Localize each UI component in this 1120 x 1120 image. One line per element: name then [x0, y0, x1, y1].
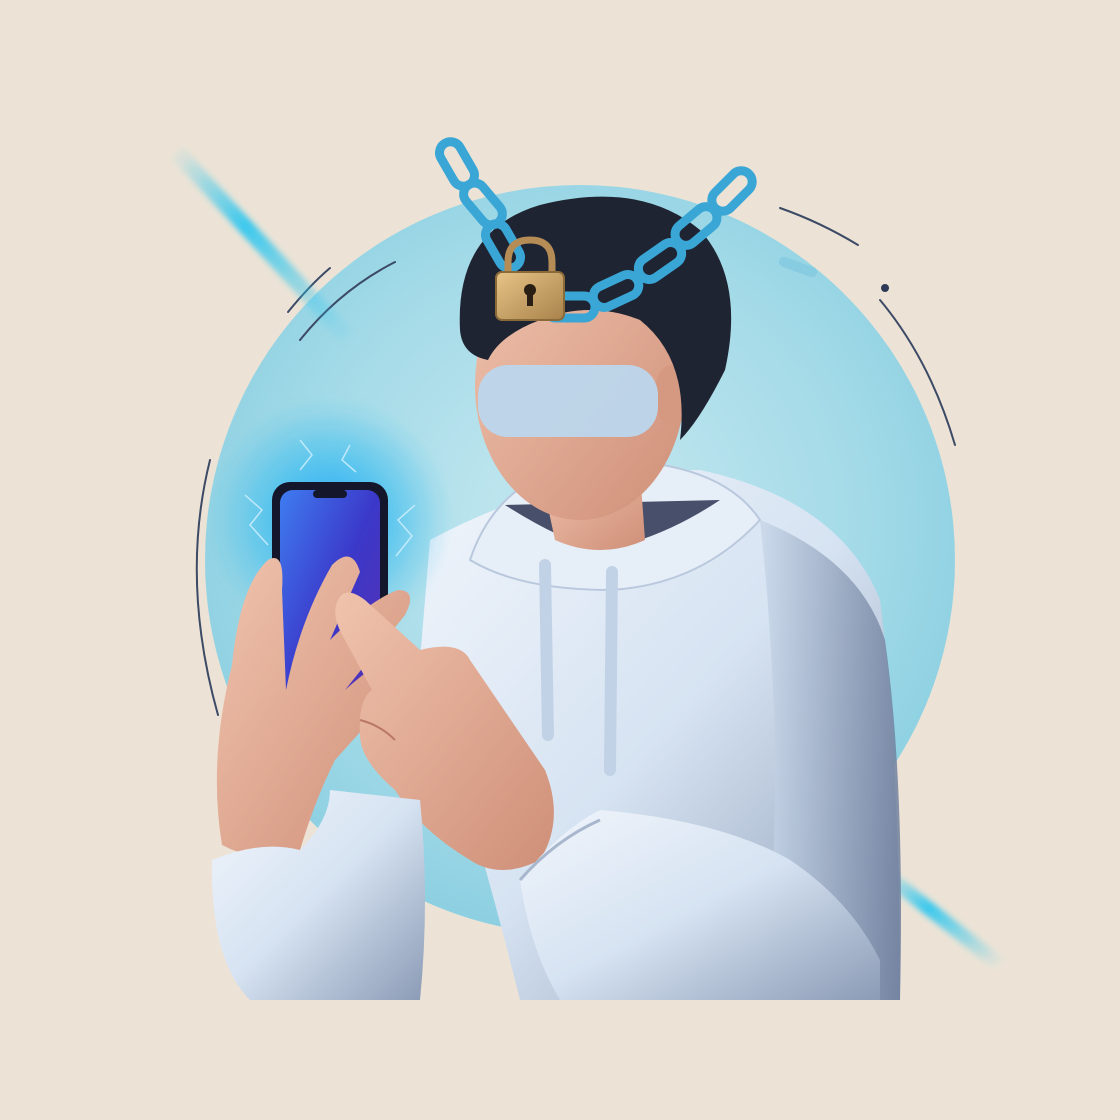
- sparkle-dot: [881, 284, 889, 292]
- energy-streak-top: [167, 142, 358, 348]
- face-band: [478, 365, 658, 437]
- illustration-canvas: [167, 137, 1007, 1000]
- illustration-scene: [0, 0, 1120, 1120]
